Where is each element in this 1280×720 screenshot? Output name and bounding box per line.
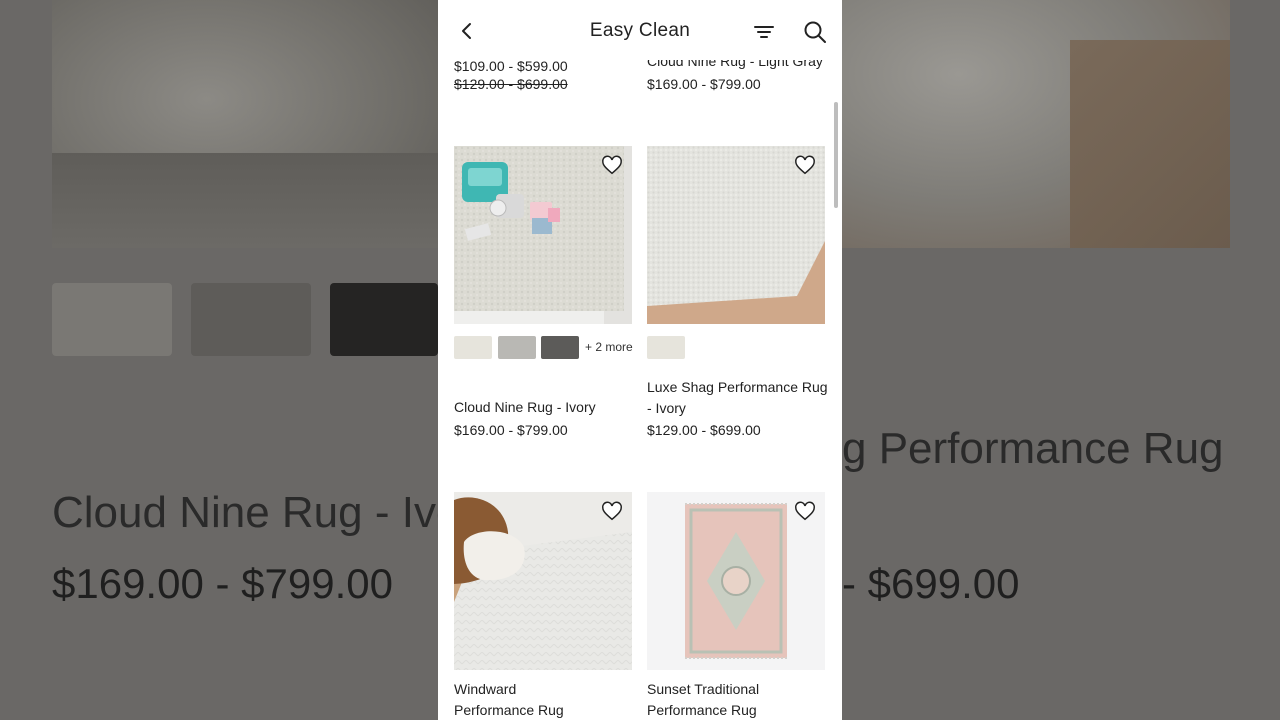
top-bar: Easy Clean — [438, 0, 842, 60]
heart-icon — [602, 155, 622, 175]
background-swatch — [191, 283, 311, 356]
scrollbar[interactable] — [834, 102, 838, 208]
background-swatch — [52, 283, 172, 356]
heart-icon — [795, 501, 815, 521]
heart-icon — [602, 501, 622, 521]
background-rug-image-left — [52, 0, 438, 248]
filter-button[interactable] — [752, 20, 776, 44]
favorite-button[interactable] — [794, 155, 816, 177]
product-name-line1[interactable]: Windward — [454, 681, 516, 697]
background-swatch — [330, 283, 438, 356]
filter-icon — [754, 26, 774, 38]
color-swatch-charcoal[interactable] — [541, 336, 579, 359]
product-price: $169.00 - $799.00 — [647, 76, 761, 92]
product-name-line1[interactable]: Sunset Traditional — [647, 681, 759, 697]
color-swatch-ivory[interactable] — [454, 336, 492, 359]
product-name-line2[interactable]: - Ivory — [647, 400, 686, 416]
search-icon — [804, 21, 826, 43]
product-name-line2[interactable]: Performance Rug — [454, 702, 564, 718]
background-rug-image-right — [842, 0, 1230, 248]
favorite-button[interactable] — [601, 155, 623, 177]
product-name-line1[interactable]: Luxe Shag Performance Rug — [647, 379, 828, 395]
favorite-button[interactable] — [601, 501, 623, 523]
color-swatch-ivory[interactable] — [647, 336, 685, 359]
product-sale-price: $109.00 - $599.00 — [454, 58, 568, 74]
page-title: Easy Clean — [589, 20, 691, 41]
product-name-line2[interactable]: Performance Rug — [647, 702, 757, 718]
favorite-button[interactable] — [794, 501, 816, 523]
product-original-price: $129.00 - $699.00 — [454, 76, 568, 92]
background-title-left: Cloud Nine Rug - Ivory — [52, 488, 498, 537]
app-screen: Easy Clean $109.00 - $599.00 $129.00 - $… — [438, 0, 842, 720]
heart-icon — [795, 155, 815, 175]
color-swatch-light-gray[interactable] — [498, 336, 536, 359]
product-name[interactable]: Cloud Nine Rug - Ivory — [454, 399, 596, 415]
product-price: $129.00 - $699.00 — [647, 422, 761, 438]
search-button[interactable] — [802, 19, 828, 45]
background-price-right: - $699.00 — [842, 560, 1020, 607]
background-price-left: $169.00 - $799.00 — [52, 560, 393, 607]
more-swatches-link[interactable]: + 2 more — [585, 340, 633, 354]
background-title-right: g Performance Rug — [842, 424, 1224, 473]
product-price: $169.00 - $799.00 — [454, 422, 568, 438]
